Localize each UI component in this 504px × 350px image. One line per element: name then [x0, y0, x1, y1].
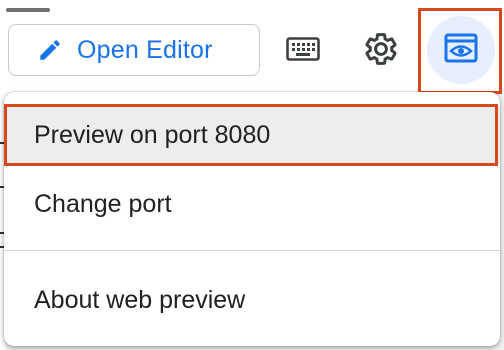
- menu-item-label: Change port: [34, 189, 172, 218]
- keyboard-button[interactable]: [282, 32, 324, 70]
- gear-icon: [363, 31, 399, 72]
- menu-item-about-web-preview[interactable]: About web preview: [4, 272, 500, 328]
- web-preview-highlight: [418, 8, 502, 94]
- menu-item-preview-port[interactable]: Preview on port 8080: [4, 106, 500, 164]
- toolbar: Open Editor: [0, 0, 504, 94]
- keyboard-icon: [286, 36, 320, 67]
- menu-item-label: Preview on port 8080: [34, 120, 271, 149]
- open-editor-label: Open Editor: [77, 35, 213, 64]
- menu-item-change-port[interactable]: Change port: [4, 176, 500, 232]
- menu-divider: [4, 250, 500, 251]
- web-preview-button[interactable]: [427, 16, 495, 84]
- web-preview-menu: Preview on port 8080 Change port About w…: [4, 92, 500, 346]
- open-editor-button[interactable]: Open Editor: [8, 24, 260, 76]
- web-preview-icon: [444, 33, 478, 68]
- pencil-icon: [35, 35, 65, 65]
- menu-item-label: About web preview: [34, 285, 246, 314]
- cloud-shell-window: Open Editor Preview on port 8080 Change …: [0, 0, 504, 350]
- settings-button[interactable]: [358, 28, 404, 74]
- drag-handle[interactable]: [6, 8, 50, 12]
